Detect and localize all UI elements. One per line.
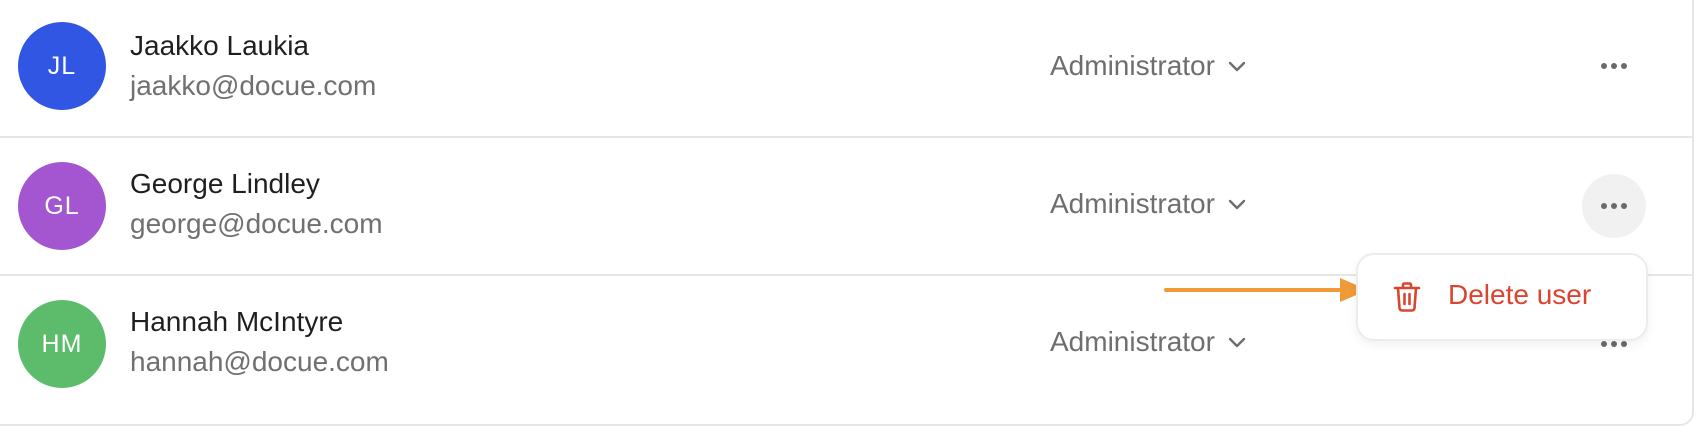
more-horizontal-icon bbox=[1601, 341, 1627, 347]
user-email: hannah@docue.com bbox=[130, 346, 389, 377]
user-email: george@docue.com bbox=[130, 208, 383, 239]
role-dropdown[interactable]: Administrator bbox=[1050, 188, 1249, 220]
user-name: Hannah McIntyre bbox=[130, 306, 344, 337]
more-options-button[interactable] bbox=[1582, 174, 1646, 238]
user-context-menu: Delete user bbox=[1356, 253, 1648, 341]
role-label: Administrator bbox=[1050, 326, 1215, 357]
trash-icon bbox=[1393, 282, 1421, 312]
chevron-down-icon bbox=[1228, 337, 1246, 348]
user-name: Jaakko Laukia bbox=[130, 30, 310, 61]
more-options-button[interactable] bbox=[1582, 34, 1646, 98]
role-label: Administrator bbox=[1050, 50, 1215, 81]
more-horizontal-icon bbox=[1601, 203, 1627, 209]
role-dropdown[interactable]: Administrator bbox=[1050, 326, 1249, 358]
annotation-arrow bbox=[1164, 278, 1368, 302]
role-dropdown[interactable]: Administrator bbox=[1050, 50, 1249, 82]
user-list-panel: JL Jaakko Laukia jaakko@docue.com Admini… bbox=[0, 0, 1694, 426]
delete-user-label: Delete user bbox=[1448, 279, 1592, 310]
role-label: Administrator bbox=[1050, 188, 1215, 219]
more-horizontal-icon bbox=[1601, 63, 1627, 69]
delete-user-menu-item[interactable]: Delete user bbox=[1358, 255, 1646, 339]
chevron-down-icon bbox=[1228, 199, 1246, 210]
user-email: jaakko@docue.com bbox=[130, 70, 377, 101]
user-row: JL Jaakko Laukia jaakko@docue.com Admini… bbox=[0, 0, 1692, 136]
avatar: GL bbox=[18, 162, 106, 250]
avatar: JL bbox=[18, 22, 106, 110]
user-name: George Lindley bbox=[130, 168, 320, 199]
chevron-down-icon bbox=[1228, 61, 1246, 72]
avatar: HM bbox=[18, 300, 106, 388]
